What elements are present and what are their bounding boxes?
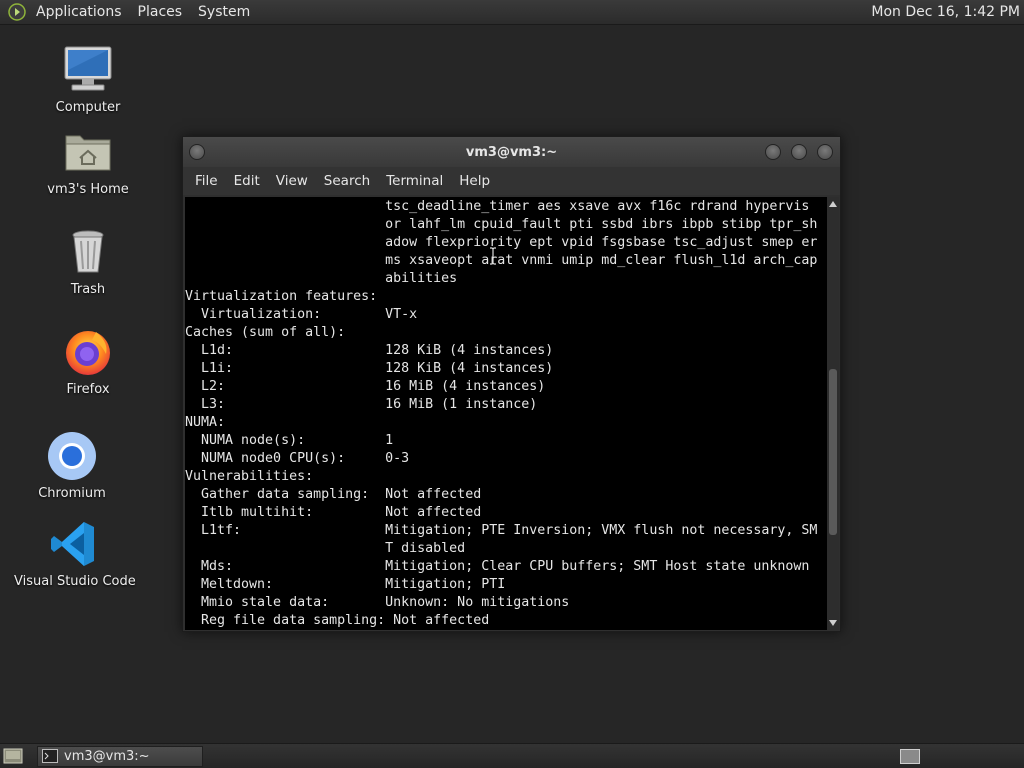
terminal-line: Mmio stale data: Unknown: No mitigations bbox=[185, 595, 570, 610]
desktop-icon-computer[interactable]: Computer bbox=[28, 44, 148, 115]
desktop-icon-label: vm3's Home bbox=[47, 182, 129, 197]
menu-help[interactable]: Help bbox=[451, 173, 498, 189]
scroll-down-arrow-icon[interactable] bbox=[829, 620, 837, 626]
terminal-line: Vulnerabilities: bbox=[185, 469, 314, 484]
desktop-icon-label: Trash bbox=[70, 282, 106, 297]
desktop-icon-chromium[interactable]: Chromium bbox=[12, 430, 132, 501]
desktop-icon-label: Computer bbox=[55, 100, 121, 115]
desktop-icon-firefox[interactable]: Firefox bbox=[28, 326, 148, 397]
vscode-icon bbox=[51, 522, 94, 566]
menu-places[interactable]: Places bbox=[130, 0, 191, 24]
terminal-line: Virtualization: VT-x bbox=[185, 307, 418, 322]
computer-icon bbox=[64, 46, 112, 91]
terminal-line: Reg file data sampling: Not affected bbox=[185, 613, 490, 628]
scroll-up-arrow-icon[interactable] bbox=[829, 201, 837, 207]
terminal-line: T disabled bbox=[185, 541, 466, 556]
terminal-line: tsc_deadline_timer aes xsave avx f16c rd… bbox=[185, 199, 810, 214]
desktop-icon-label: Chromium bbox=[38, 486, 106, 501]
close-button[interactable] bbox=[817, 144, 833, 160]
terminal-line: or lahf_lm cpuid_fault pti ssbd ibrs ibp… bbox=[185, 217, 818, 232]
desktop-icon-vscode[interactable]: Visual Studio Code bbox=[14, 518, 136, 589]
scrollbar-thumb[interactable] bbox=[829, 369, 837, 535]
text-cursor-ibeam-icon bbox=[490, 247, 496, 265]
terminal-scrollbar[interactable] bbox=[827, 197, 839, 630]
terminal-line: L3: 16 MiB (1 instance) bbox=[185, 397, 538, 412]
menu-terminal[interactable]: Terminal bbox=[378, 173, 451, 189]
terminal-line: L2: 16 MiB (4 instances) bbox=[185, 379, 546, 394]
top-menu: Applications Places System bbox=[28, 0, 258, 24]
menu-applications[interactable]: Applications bbox=[28, 0, 130, 24]
minimize-button[interactable] bbox=[765, 144, 781, 160]
terminal-line: NUMA: bbox=[185, 415, 226, 430]
terminal-line: NUMA node0 CPU(s): 0-3 bbox=[185, 451, 410, 466]
terminal-line: L1tf: Mitigation; PTE Inversion; VMX flu… bbox=[185, 523, 818, 538]
chromium-icon bbox=[48, 432, 96, 480]
menu-system[interactable]: System bbox=[190, 0, 258, 24]
terminal-line: abilities bbox=[185, 271, 458, 286]
desktop-icon-trash[interactable]: Trash bbox=[28, 226, 148, 297]
trash-icon bbox=[72, 230, 104, 273]
taskbar-item-terminal[interactable]: vm3@vm3:~ bbox=[37, 745, 203, 767]
desktop-icon-home[interactable]: vm3's Home bbox=[28, 126, 148, 197]
home-folder-icon bbox=[65, 135, 111, 171]
applications-logo-icon[interactable] bbox=[8, 3, 26, 21]
menu-view[interactable]: View bbox=[268, 173, 316, 189]
maximize-button[interactable] bbox=[791, 144, 807, 160]
clock[interactable]: Mon Dec 16, 1:42 PM bbox=[871, 4, 1024, 20]
show-desktop-icon[interactable] bbox=[3, 748, 23, 764]
terminal-window: vm3@vm3:~ File Edit View Search Terminal… bbox=[182, 136, 841, 632]
workspace-switcher[interactable] bbox=[900, 748, 920, 764]
window-menu-button[interactable] bbox=[189, 144, 205, 160]
terminal-icon bbox=[42, 749, 58, 763]
terminal-menubar: File Edit View Search Terminal Help bbox=[183, 167, 840, 195]
terminal-line: L1i: 128 KiB (4 instances) bbox=[185, 361, 554, 376]
desktop-icon-label: Firefox bbox=[66, 382, 110, 397]
terminal-line: adow flexpriority ept vpid fsgsbase tsc_… bbox=[185, 235, 818, 250]
terminal-line: Mds: Mitigation; Clear CPU buffers; SMT … bbox=[185, 559, 810, 574]
terminal-line: Gather data sampling: Not affected bbox=[185, 487, 482, 502]
desktop-icon-label: Visual Studio Code bbox=[14, 574, 136, 589]
menu-search[interactable]: Search bbox=[316, 173, 378, 189]
menu-file[interactable]: File bbox=[187, 173, 226, 189]
window-titlebar[interactable]: vm3@vm3:~ bbox=[183, 137, 840, 167]
terminal-line: L1d: 128 KiB (4 instances) bbox=[185, 343, 554, 358]
terminal-line: Caches (sum of all): bbox=[185, 325, 346, 340]
terminal-line: Virtualization features: bbox=[185, 289, 378, 304]
terminal-line: Meltdown: Mitigation; PTI bbox=[185, 577, 506, 592]
firefox-icon bbox=[66, 331, 110, 375]
top-panel: Applications Places System Mon Dec 16, 1… bbox=[0, 0, 1024, 25]
menu-edit[interactable]: Edit bbox=[226, 173, 268, 189]
terminal-line: NUMA node(s): 1 bbox=[185, 433, 394, 448]
window-title: vm3@vm3:~ bbox=[465, 144, 558, 160]
taskbar-item-label: vm3@vm3:~ bbox=[64, 748, 150, 764]
terminal-output[interactable]: tsc_deadline_timer aes xsave avx f16c rd… bbox=[185, 197, 827, 630]
terminal-line: Itlb multihit: Not affected bbox=[185, 505, 482, 520]
bottom-panel: vm3@vm3:~ bbox=[0, 743, 1024, 768]
terminal-line: ms xsaveopt arat vnmi umip md_clear flus… bbox=[185, 253, 818, 268]
